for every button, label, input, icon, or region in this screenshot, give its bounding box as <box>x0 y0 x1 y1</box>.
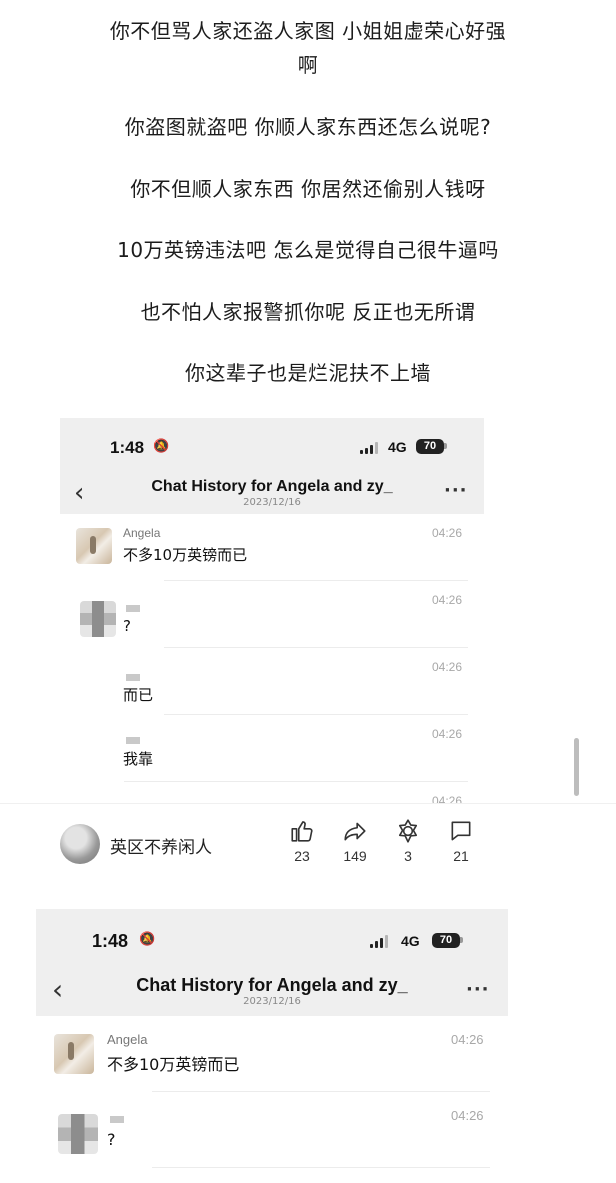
sender-redacted <box>110 1116 124 1123</box>
bell-muted-icon: 🔕 <box>153 439 170 454</box>
chat-message: 04:26 <box>60 782 484 803</box>
chat-screenshot: 1:48 🔕 4G 70 ‹ Chat History for Angela a… <box>60 418 484 803</box>
author-avatar[interactable] <box>60 824 100 864</box>
comment-count: 21 <box>453 848 469 864</box>
like-button[interactable]: 23 <box>282 818 322 864</box>
status-bar: 1:48 🔕 4G 70 <box>60 418 484 474</box>
signal-icon <box>360 442 378 454</box>
favorite-count: 3 <box>404 848 412 864</box>
message-time: 04:26 <box>432 794 463 803</box>
chat-message: ? 04:26 <box>60 581 484 648</box>
scrollbar[interactable] <box>574 738 579 796</box>
chat-screenshot: 1:48 🔕 4G 70 ‹ Chat History for Angela a… <box>36 909 508 1183</box>
more-options-icon[interactable]: ··· <box>466 979 490 1000</box>
comment-button[interactable]: 21 <box>441 818 481 864</box>
caption-line: 你不但顺人家东西 你居然还偷别人钱呀 <box>130 177 486 201</box>
share-icon <box>344 822 366 841</box>
like-count: 23 <box>294 848 310 864</box>
caption-line: 啊 <box>297 53 319 77</box>
chat-message: 我靠 04:26 <box>60 715 484 782</box>
chat-message: Angela 不多10万英镑而已 04:26 <box>36 1016 508 1092</box>
sender-redacted <box>126 674 140 681</box>
message-time: 04:26 <box>432 727 463 741</box>
chat-message: ? 04:26 <box>36 1092 508 1168</box>
caption-line: 你不但骂人家还盗人家图 小姐姐虚荣心好强 <box>109 19 507 43</box>
chat-message: Angela 不多10万英镑而已 04:26 <box>60 514 484 581</box>
message-time: 04:26 <box>451 1108 484 1123</box>
battery-icon: 70 <box>416 439 444 454</box>
author-name[interactable]: 英区不养闲人 <box>110 833 212 858</box>
favorite-button[interactable]: 3 <box>388 818 428 864</box>
comment-icon <box>451 821 471 841</box>
message-time: 04:26 <box>432 660 463 674</box>
message-text: 不多10万英镑而已 <box>123 546 248 564</box>
message-text: 而已 <box>123 686 154 704</box>
more-options-icon[interactable]: ··· <box>444 480 468 501</box>
message-sender: Angela <box>123 526 161 540</box>
status-time: 1:48 <box>110 438 145 457</box>
battery-tip <box>460 937 463 943</box>
favorite-icon <box>398 819 418 843</box>
bell-muted-icon: 🔕 <box>139 932 156 947</box>
message-time: 04:26 <box>451 1032 484 1047</box>
message-time: 04:26 <box>432 526 463 540</box>
battery-icon: 70 <box>432 933 460 948</box>
message-text: ? <box>107 1130 116 1149</box>
message-text: 不多10万英镑而已 <box>107 1055 240 1074</box>
chat-header: 1:48 🔕 4G 70 ‹ Chat History for Angela a… <box>60 418 484 514</box>
caption-line: 10万英镑违法吧 怎么是觉得自己很牛逼吗 <box>117 238 499 262</box>
message-text: ? <box>123 617 131 635</box>
divider <box>152 1167 490 1168</box>
network-label: 4G <box>401 933 420 949</box>
thumbs-up-icon <box>291 821 313 842</box>
chat-title: Chat History for Angela and zy_ <box>136 975 408 995</box>
sender-redacted <box>126 605 140 612</box>
post-footer: 英区不养闲人 23 149 3 21 <box>0 803 616 884</box>
sender-redacted <box>126 737 140 744</box>
message-text: 我靠 <box>123 750 154 768</box>
chat-date: 2023/12/16 <box>243 497 301 508</box>
caption-line: 你盗图就盗吧 你顺人家东西还怎么说呢? <box>124 115 492 139</box>
avatar <box>54 1034 94 1074</box>
status-bar: 1:48 🔕 4G 70 <box>36 909 508 965</box>
chat-date: 2023/12/16 <box>243 996 301 1007</box>
status-time: 1:48 <box>92 931 129 951</box>
battery-tip <box>444 443 447 449</box>
message-time: 04:26 <box>432 593 463 607</box>
caption-line: 你这辈子也是烂泥扶不上墙 <box>185 361 431 385</box>
message-sender: Angela <box>107 1032 148 1047</box>
network-label: 4G <box>388 439 407 455</box>
caption-line: 也不怕人家报警抓你呢 反正也无所谓 <box>140 300 476 324</box>
chat-message: 而已 04:26 <box>60 648 484 715</box>
share-button[interactable]: 149 <box>335 818 375 864</box>
avatar <box>58 1114 98 1154</box>
signal-icon <box>370 935 388 948</box>
avatar <box>80 601 116 637</box>
chat-header: 1:48 🔕 4G 70 ‹ Chat History for Angela a… <box>36 909 508 1016</box>
chat-title: Chat History for Angela and zy_ <box>151 478 393 495</box>
avatar <box>76 528 112 564</box>
share-count: 149 <box>343 848 367 864</box>
